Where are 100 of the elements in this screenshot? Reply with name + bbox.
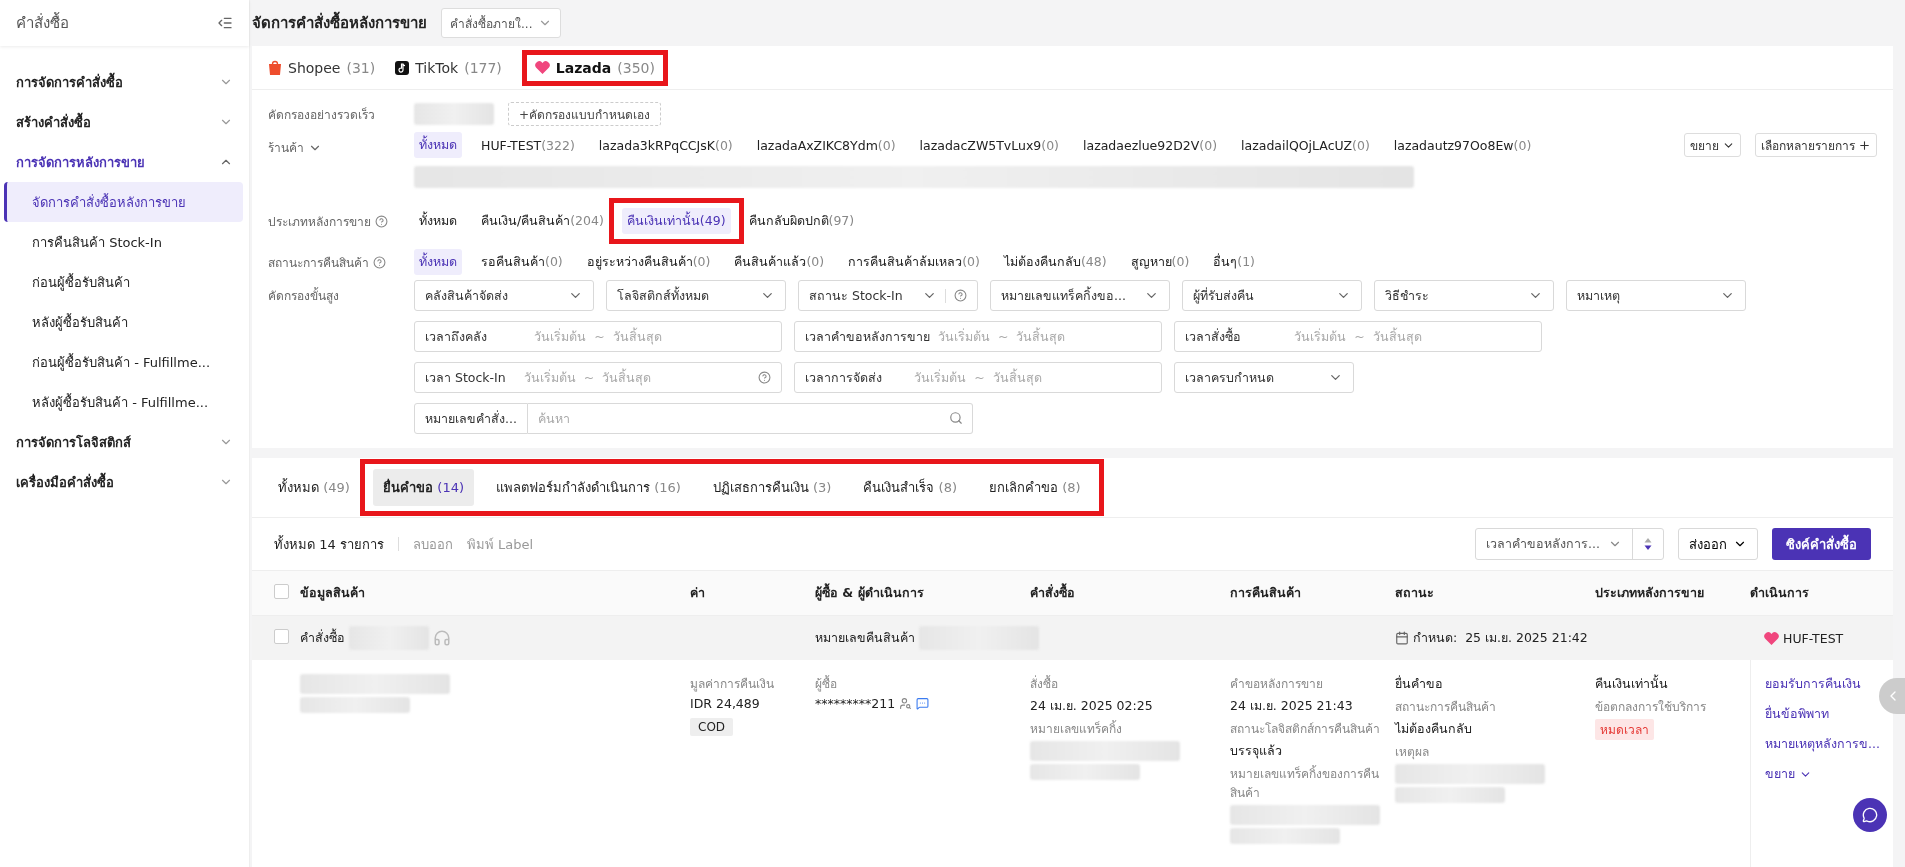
select-field[interactable]: สถานะ Stock-In <box>798 280 978 311</box>
expand-button[interactable]: ขยาย <box>1684 133 1741 157</box>
chat-icon[interactable] <box>916 697 930 710</box>
search-field[interactable]: ค้นหา <box>528 403 973 434</box>
field-label: หมายเลขแทร็คกิ้งของการคืนสินค้า <box>1230 764 1380 802</box>
return-number-label: หมายเลขคืนสินค้า <box>815 629 915 647</box>
shopping-bag-icon <box>268 60 282 75</box>
store-chip[interactable]: ทั้งหมด <box>414 132 462 158</box>
status-tab[interactable]: คืนเงินสำเร็จ (8) <box>853 469 967 506</box>
select-field[interactable]: หมายเลขแทร็คกิ้งขอ... <box>990 280 1170 311</box>
action-link[interactable]: หมายเหตุหลังการข... <box>1765 734 1880 754</box>
return-status-chip[interactable]: อื่นๆ(1) <box>1208 249 1260 275</box>
store-chip[interactable]: lazadautz97Oo8Ew(0) <box>1388 134 1537 156</box>
date-range-field[interactable]: เวลา Stock-In วันเริ่มต้น ~ วันสิ้นสุด <box>414 362 782 393</box>
select-field[interactable]: คลังสินค้าจัดส่ง <box>414 280 594 311</box>
menu-group[interactable]: สร้างคำสั่งซื้อ <box>0 102 249 142</box>
field-value: คืนเงินเท่านั้น <box>1595 674 1668 693</box>
type-chip[interactable]: คืนเงิน/คืนสินค้า(204) <box>476 208 609 234</box>
action-link[interactable]: ยอมรับการคืนเงิน <box>1765 674 1861 694</box>
return-status-chip[interactable]: ทั้งหมด <box>414 249 462 275</box>
menu-item[interactable]: จัดการคำสั่งซื้อหลังการขาย <box>4 182 243 222</box>
platform-tab[interactable]: Lazada (350) <box>534 59 655 76</box>
select-field[interactable]: หมาเหตุ <box>1566 280 1746 311</box>
export-button[interactable]: ส่งออก <box>1678 528 1758 560</box>
custom-filter-button[interactable]: +คัดกรองแบบกำหนดเอง <box>508 102 662 126</box>
select-all-checkbox[interactable] <box>274 584 289 599</box>
platform-tab[interactable]: Shopee (31) <box>268 59 376 76</box>
sort-icon <box>1644 537 1652 551</box>
select-field[interactable]: เวลาครบกำหนด <box>1174 362 1354 393</box>
store-chip[interactable]: lazadacZW5TvLux9(0) <box>914 134 1064 156</box>
menu-item[interactable]: การคืนสินค้า Stock-In <box>4 222 243 262</box>
menu-group[interactable]: การจัดการคำสั่งซื้อ <box>0 62 249 102</box>
menu-item[interactable]: หลังผู้ซื้อรับสินค้า - Fulfillme... <box>4 382 243 422</box>
field-label: สถานะการคืนสินค้า <box>1395 699 1496 716</box>
type-chip[interactable]: คืนเงินเท่านั้น(49) <box>621 208 731 234</box>
platform-tab[interactable]: TikTok (177) <box>395 59 502 76</box>
return-status-chip[interactable]: การคืนสินค้าล้มเหลว(0) <box>843 249 985 275</box>
return-status-chip[interactable]: ไม่ต้องคืนกลับ(48) <box>998 249 1112 275</box>
status-tab[interactable]: ยื่นคำขอ (14) <box>372 469 475 506</box>
column-header: สถานะ <box>1395 584 1435 602</box>
help-icon <box>375 214 388 228</box>
menu-item[interactable]: ก่อนผู้ซื้อรับสินค้า - Fulfillme... <box>4 342 243 382</box>
collapse-menu-icon[interactable] <box>217 15 233 31</box>
total-count: ทั้งหมด 14 รายการ <box>274 534 384 554</box>
date-range-field[interactable]: เวลาสั่งซื้อ วันเริ่มต้น ~ วันสิ้นสุด <box>1174 321 1542 352</box>
expand-link[interactable]: ขยาย <box>1765 764 1812 784</box>
plus-icon <box>1858 138 1871 152</box>
calendar-icon <box>1395 631 1409 645</box>
buyer-id: *********211 <box>815 696 896 711</box>
menu-group[interactable]: การจัดการโลจิสติกส์ <box>0 422 249 462</box>
select-field[interactable]: โลจิสติกส์ทั้งหมด <box>606 280 786 311</box>
date-range-field[interactable]: เวลาถึงคลัง วันเริ่มต้น ~ วันสิ้นสุด <box>414 321 782 352</box>
menu-group[interactable]: การจัดการหลังการขาย <box>0 142 249 182</box>
status-tab[interactable]: ปฏิเสธการคืนเงิน (3) <box>702 469 842 506</box>
return-status-chip[interactable]: รอคืนสินค้า(0) <box>476 249 568 275</box>
field-label: คำขอหลังการขาย <box>1230 676 1323 693</box>
type-chip[interactable]: ทั้งหมด <box>414 208 462 234</box>
row-checkbox[interactable] <box>274 629 289 644</box>
action-link[interactable]: ยื่นข้อพิพาท <box>1765 704 1829 724</box>
status-tab[interactable]: ยกเลิกคำขอ (8) <box>979 469 1091 506</box>
store-filter-toggle[interactable]: ร้านค้า <box>268 132 414 157</box>
help-icon <box>954 289 967 302</box>
return-status-chip[interactable]: สูญหาย(0) <box>1125 249 1195 275</box>
field-value: IDR 24,489 <box>690 696 760 711</box>
column-header: การคืนสินค้า <box>1230 584 1302 602</box>
user-search-icon[interactable] <box>899 697 913 710</box>
date-range-field[interactable]: เวลาการจัดส่ง วันเริ่มต้น ~ วันสิ้นสุด <box>794 362 1162 393</box>
field-label: เหตุผล <box>1395 744 1429 761</box>
select-field[interactable]: ผู้ที่รับส่งคืน <box>1182 280 1362 311</box>
store-name: HUF-TEST <box>1783 630 1844 646</box>
order-number-select[interactable]: หมายเลขคำสั่ง... <box>414 403 528 434</box>
sort-control[interactable]: เวลาคำขอหลังการ... <box>1475 528 1664 560</box>
sync-orders-button[interactable]: ซิงค์คำสั่งซื้อ <box>1772 528 1871 560</box>
return-status-chip[interactable]: อยู่ระหว่างคืนสินค้า(0) <box>581 249 716 275</box>
field-label: ผู้ซื้อ <box>815 674 837 693</box>
status-tab[interactable]: ทั้งหมด (49) <box>268 469 360 506</box>
store-chip[interactable]: lazadailQOjLAcUZ(0) <box>1236 134 1375 156</box>
status-tab[interactable]: แพลตฟอร์มกำลังดำเนินการ (16) <box>486 469 691 506</box>
field-label: สถานะโลจิสติกส์การคืนสินค้า <box>1230 721 1380 738</box>
heart-icon <box>534 61 550 74</box>
store-chip[interactable]: HUF-TEST(322) <box>476 134 580 156</box>
store-chip[interactable]: lazadaezlue92D2V(0) <box>1078 134 1223 156</box>
multi-select-button[interactable]: เลือกหลายรายการ <box>1755 133 1877 157</box>
store-chip[interactable]: lazadaAxZIKC8Ydm(0) <box>751 134 901 156</box>
filter-label: ประเภทหลังการขาย <box>268 213 371 231</box>
type-chip[interactable]: คืนกลับผิดปกติ(97) <box>743 208 860 234</box>
return-status-chip[interactable]: คืนสินค้าแล้ว(0) <box>729 249 830 275</box>
column-header: ผู้ซื้อ & ผู้ดำเนินการ <box>815 583 925 603</box>
date-range-field[interactable]: เวลาคำขอหลังการขาย วันเริ่มต้น ~ วันสิ้นสุด <box>794 321 1162 352</box>
menu-item[interactable]: หลังผู้ซื้อรับสินค้า <box>4 302 243 342</box>
field-value: 24 เม.ย. 2025 02:25 <box>1030 697 1153 715</box>
menu-item[interactable]: ก่อนผู้ซื้อรับสินค้า <box>4 262 243 302</box>
field-value: บรรจุแล้ว <box>1230 742 1282 761</box>
store-chip[interactable]: lazada3kRPqCCJsK(0) <box>593 134 738 156</box>
order-scope-select[interactable]: คำสั่งซื้อภายใ... <box>441 8 562 38</box>
menu-group[interactable]: เครื่องมือคำสั่งซื้อ <box>0 462 249 502</box>
select-field[interactable]: วิธีชำระ <box>1374 280 1554 311</box>
field-value: 24 เม.ย. 2025 21:43 <box>1230 697 1353 715</box>
payment-tag: COD <box>690 718 734 736</box>
page-title: จัดการคำสั่งซื้อหลังการขาย <box>252 11 427 35</box>
